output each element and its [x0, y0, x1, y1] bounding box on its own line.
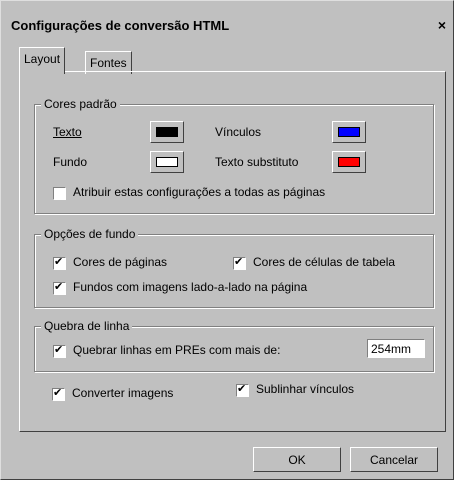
label-cores-paginas: Cores de páginas [73, 255, 168, 269]
cancel-button[interactable]: Cancelar [350, 447, 438, 472]
group-legend: Quebra de linha [41, 319, 133, 333]
tab-panel-layout: Cores padrão Texto Vínculos Fundo Texto … [19, 71, 446, 432]
color-button-texto[interactable] [150, 121, 184, 143]
checkbox-atribuir[interactable] [53, 187, 66, 200]
checkbox-cores-celulas[interactable] [233, 255, 246, 270]
quebra-linha-input[interactable]: 254mm [367, 339, 425, 358]
label-quebrar-linhas: Quebrar linhas em PREs com mais de: [73, 343, 281, 357]
window-title: Configurações de conversão HTML [11, 18, 230, 33]
label-texto-substituto: Texto substituto [215, 155, 299, 169]
group-opcoes-fundo: Opções de fundo Cores de páginas Cores d… [34, 227, 434, 308]
label-cores-celulas: Cores de células de tabela [253, 255, 396, 269]
checkbox-quebrar-linhas[interactable] [53, 343, 66, 358]
label-texto: Texto [53, 125, 82, 139]
color-swatch-texto [156, 127, 178, 137]
checkbox-cores-paginas[interactable] [53, 255, 66, 270]
group-legend: Opções de fundo [41, 227, 139, 241]
dialog-window: Configurações de conversão HTML × Layout… [0, 0, 454, 480]
color-swatch-vinculos [338, 127, 360, 137]
color-swatch-texto-substituto [338, 157, 360, 167]
label-texto-text: Texto [53, 125, 82, 139]
ok-button[interactable]: OK [253, 447, 341, 472]
label-atribuir: Atribuir estas configurações a todas as … [73, 185, 326, 199]
label-vinculos: Vínculos [215, 125, 262, 139]
checkbox-fundos-imagens[interactable] [53, 280, 66, 295]
group-quebra-linha: Quebra de linha Quebrar linhas em PREs c… [34, 319, 434, 372]
label-fundos-imagens: Fundos com imagens lado-a-lado na página [73, 280, 308, 294]
label-sublinhar-vinculos: Sublinhar vínculos [256, 382, 355, 396]
group-legend: Cores padrão [41, 97, 120, 111]
label-fundo: Fundo [53, 155, 88, 169]
close-icon[interactable]: × [433, 15, 451, 35]
color-button-fundo[interactable] [150, 151, 184, 173]
color-button-texto-substituto[interactable] [332, 151, 366, 173]
label-converter-imagens: Converter imagens [72, 386, 174, 400]
color-swatch-fundo [156, 157, 178, 167]
checkbox-sublinhar-vinculos[interactable] [236, 382, 249, 397]
group-cores-padrao: Cores padrão Texto Vínculos Fundo Texto … [34, 97, 434, 214]
title-bar: Configurações de conversão HTML × [7, 15, 449, 37]
checkbox-converter-imagens[interactable] [52, 386, 65, 401]
color-button-vinculos[interactable] [332, 121, 366, 143]
tab-layout[interactable]: Layout [19, 47, 66, 74]
